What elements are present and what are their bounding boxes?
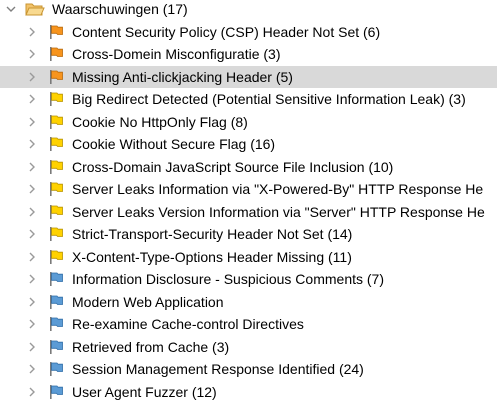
tree-item[interactable]: Server Leaks Information via "X-Powered-… — [0, 178, 497, 200]
tree-item-label: Cross-Domain JavaScript Source File Incl… — [72, 158, 394, 175]
yellow-flag-icon — [46, 178, 66, 200]
tree-item[interactable]: Big Redirect Detected (Potential Sensiti… — [0, 88, 497, 110]
yellow-flag-icon — [46, 88, 66, 110]
tree-item[interactable]: Cookie No HttpOnly Flag (8) — [0, 111, 497, 133]
tree-item-label: Big Redirect Detected (Potential Sensiti… — [72, 91, 466, 107]
tree-item-label: Session Management Response Identified (… — [72, 361, 364, 377]
orange-flag-icon — [46, 21, 66, 43]
tree-item-label: Cookie No HttpOnly Flag (8) — [72, 113, 248, 130]
tree-item-label: Content Security Policy (CSP) Header Not… — [72, 23, 381, 40]
tree-item-label: Re-examine Cache-control Directives — [72, 316, 304, 332]
chevron-right-icon[interactable] — [25, 88, 39, 110]
tree-item[interactable]: Content Security Policy (CSP) Header Not… — [0, 21, 497, 43]
chevron-right-icon[interactable] — [25, 223, 39, 245]
tree-item[interactable]: Server Leaks Version Information via "Se… — [0, 201, 497, 223]
blue-flag-icon — [46, 358, 66, 380]
tree-item-label: X-Content-Type-Options Header Missing (1… — [72, 248, 352, 265]
tree-item[interactable]: Modern Web Application — [0, 291, 497, 313]
tree-root-alerts[interactable]: Waarschuwingen (17) — [0, 0, 497, 20]
tree-item[interactable]: Strict-Transport-Security Header Not Set… — [0, 223, 497, 245]
tree-item-label: Cross-Domein Misconfiguratie (3) — [72, 46, 281, 62]
chevron-right-icon[interactable] — [25, 43, 39, 65]
blue-flag-icon — [46, 381, 66, 403]
chevron-down-icon[interactable] — [4, 0, 18, 20]
open-folder-icon — [24, 0, 46, 20]
yellow-flag-icon — [46, 201, 66, 223]
yellow-flag-icon — [46, 133, 66, 155]
chevron-right-icon[interactable] — [25, 291, 39, 313]
blue-flag-icon — [46, 313, 66, 335]
tree-item-label: Retrieved from Cache (3) — [72, 338, 230, 355]
tree-item[interactable]: Cross-Domain JavaScript Source File Incl… — [0, 156, 497, 178]
tree-item[interactable]: X-Content-Type-Options Header Missing (1… — [0, 246, 497, 268]
blue-flag-icon — [46, 291, 66, 313]
tree-item[interactable]: Information Disclosure - Suspicious Comm… — [0, 268, 497, 290]
chevron-right-icon[interactable] — [25, 268, 39, 290]
chevron-right-icon[interactable] — [25, 111, 39, 133]
tree-item[interactable]: Session Management Response Identified (… — [0, 358, 497, 380]
chevron-right-icon[interactable] — [25, 178, 39, 200]
chevron-right-icon[interactable] — [25, 358, 39, 380]
tree-item-label: Information Disclosure - Suspicious Comm… — [72, 271, 384, 287]
chevron-right-icon[interactable] — [25, 201, 39, 223]
tree-item[interactable]: Re-examine Cache-control Directives — [0, 313, 497, 335]
yellow-flag-icon — [46, 156, 66, 178]
tree-item[interactable]: Cookie Without Secure Flag (16) — [0, 133, 497, 155]
tree-item-label: User Agent Fuzzer (12) — [72, 383, 217, 400]
chevron-right-icon[interactable] — [25, 66, 39, 88]
yellow-flag-icon — [46, 223, 66, 245]
yellow-flag-icon — [46, 111, 66, 133]
chevron-right-icon[interactable] — [25, 336, 39, 358]
chevron-right-icon[interactable] — [25, 21, 39, 43]
blue-flag-icon — [46, 268, 66, 290]
chevron-right-icon[interactable] — [25, 133, 39, 155]
chevron-right-icon[interactable] — [25, 313, 39, 335]
alerts-tree: Waarschuwingen (17) Content Security Pol… — [0, 0, 497, 413]
tree-item-label: Modern Web Application — [72, 293, 224, 310]
tree-item[interactable]: Missing Anti-clickjacking Header (5) — [0, 65, 497, 88]
tree-item[interactable]: User Agent Fuzzer (12) — [0, 381, 497, 403]
blue-flag-icon — [46, 336, 66, 358]
orange-flag-icon — [46, 66, 66, 88]
tree-item-label: Missing Anti-clickjacking Header (5) — [72, 68, 293, 85]
tree-item-label: Cookie Without Secure Flag (16) — [72, 136, 276, 152]
chevron-right-icon[interactable] — [25, 381, 39, 403]
tree-item[interactable]: Retrieved from Cache (3) — [0, 336, 497, 358]
chevron-right-icon[interactable] — [25, 246, 39, 268]
tree-item-label: Server Leaks Version Information via "Se… — [72, 203, 485, 220]
tree-item-label: Server Leaks Information via "X-Powered-… — [72, 181, 484, 197]
chevron-right-icon[interactable] — [25, 156, 39, 178]
tree-root-label: Waarschuwingen (17) — [52, 1, 188, 17]
tree-item-label: Strict-Transport-Security Header Not Set… — [72, 226, 353, 242]
yellow-flag-icon — [46, 246, 66, 268]
orange-flag-icon — [46, 43, 66, 65]
tree-item[interactable]: Cross-Domein Misconfiguratie (3) — [0, 43, 497, 65]
